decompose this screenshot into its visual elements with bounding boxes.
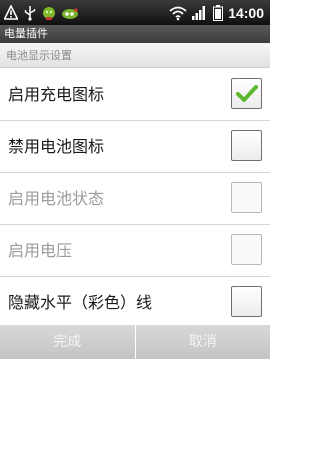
cancel-button[interactable]: 取消 xyxy=(135,325,270,359)
notification-icons xyxy=(4,3,79,22)
setting-hide-color-line[interactable]: 隐藏水平（彩色）线 xyxy=(0,277,270,329)
warning-icon xyxy=(4,4,18,20)
done-button[interactable]: 完成 xyxy=(0,325,136,359)
checkbox-hide-color-line[interactable] xyxy=(231,286,262,317)
status-time: 14:00 xyxy=(228,4,264,21)
setting-label: 禁用电池图标 xyxy=(8,137,105,156)
status-bar: 14:00 xyxy=(0,0,270,25)
setting-enable-charging-icon[interactable]: 启用充电图标 xyxy=(0,69,270,121)
battery-icon xyxy=(213,4,224,21)
usb-icon xyxy=(24,5,36,21)
button-bar: 完成 取消 xyxy=(0,325,270,359)
setting-label: 启用电压 xyxy=(8,241,73,260)
setting-disable-battery-icon[interactable]: 禁用电池图标 xyxy=(0,121,270,173)
checkbox-enable-voltage xyxy=(231,234,262,265)
checkbox-enable-charging-icon[interactable] xyxy=(231,78,262,109)
window-title: 电量插件 xyxy=(0,25,270,43)
wifi-icon xyxy=(169,6,187,20)
signal-icon xyxy=(192,5,206,20)
checkbox-enable-battery-status xyxy=(231,182,262,213)
checkmark-icon xyxy=(236,85,258,102)
setting-enable-battery-status: 启用电池状态 xyxy=(0,173,270,225)
setting-enable-voltage: 启用电压 xyxy=(0,225,270,277)
checkbox-disable-battery-icon[interactable] xyxy=(231,130,262,161)
setting-label: 隐藏水平（彩色）线 xyxy=(8,293,153,312)
section-header: 电池显示设置 xyxy=(0,43,270,68)
app-notification-icon xyxy=(62,7,78,19)
system-icons: 14:00 xyxy=(169,3,264,22)
settings-list: 启用充电图标 禁用电池图标 启用电池状态 启用电压 隐藏水平（彩色）线 xyxy=(0,69,270,329)
setting-label: 启用电池状态 xyxy=(8,189,105,208)
setting-label: 启用充电图标 xyxy=(8,85,105,104)
battery-widget-icon xyxy=(43,6,55,20)
